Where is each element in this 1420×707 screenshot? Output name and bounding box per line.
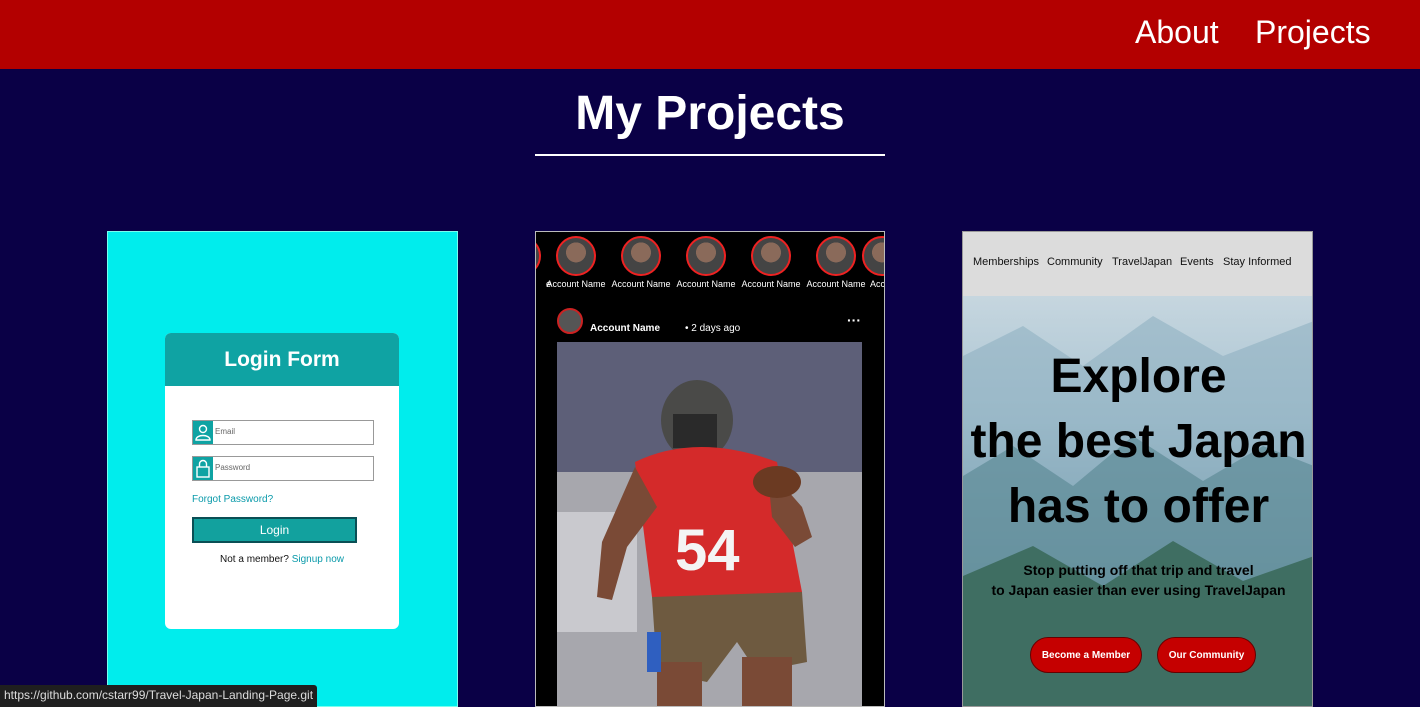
post-time-text: 2 days ago [691, 323, 741, 334]
story-name: Account Name [676, 279, 736, 289]
user-icon [193, 421, 213, 444]
tj-nav-traveljapan: TravelJapan [1112, 256, 1173, 268]
signup-prompt: Not a member? Signup now [165, 554, 399, 565]
post-photo: 54 [557, 342, 862, 706]
tj-nav-stay-informed: Stay Informed [1223, 256, 1292, 268]
post-avatar [557, 308, 583, 334]
page-title: My Projects [575, 87, 845, 140]
travel-japan-hero: Explore the best Japan has to offer Stop… [963, 296, 1312, 706]
football-player-image: 54 [557, 342, 862, 706]
subtitle-line-1: Stop putting off that trip and travel [1023, 562, 1254, 578]
story-avatar [751, 236, 791, 276]
password-field: Password [192, 456, 374, 481]
post-account-name: Account Name [590, 323, 661, 334]
post-timestamp: • 2 days ago [685, 323, 741, 334]
project-card-login-form[interactable]: Login Form Email Password Forgot Passwor… [107, 231, 458, 707]
email-field: Email [192, 420, 374, 445]
story-item: Account Name [741, 236, 801, 289]
post-header: Account Name • 2 days ago ··· [557, 308, 867, 336]
title-underline [535, 154, 885, 156]
stories-row: e Account Name Account Name Account Name… [536, 232, 885, 294]
story-name: Acc [870, 279, 885, 289]
not-member-text: Not a member? [220, 554, 289, 565]
story-name: Account Name [741, 279, 801, 289]
story-item: Account Name [806, 236, 866, 289]
email-placeholder: Email [215, 427, 236, 436]
headline-line-3: has to offer [1007, 480, 1270, 533]
our-community-button: Our Community [1157, 637, 1256, 673]
lock-icon [193, 457, 213, 480]
signup-link: Signup now [291, 554, 344, 565]
tj-nav-community: Community [1047, 256, 1103, 268]
headline-line-1: Explore [1050, 350, 1227, 403]
story-item: Account Name [676, 236, 736, 289]
nav-link-projects[interactable]: Projects [1255, 14, 1371, 51]
tj-nav-memberships: Memberships [973, 256, 1040, 268]
subtitle-line-2: to Japan easier than ever using TravelJa… [991, 582, 1286, 598]
story-item: Account Name [611, 236, 671, 289]
travel-japan-headline: Explore the best Japan has to offer [963, 344, 1312, 539]
project-card-travel-japan[interactable]: Memberships Community TravelJapan Events… [962, 231, 1313, 707]
link-preview-status-bar: https://github.com/cstarr99/Travel-Japan… [0, 685, 318, 707]
login-form-preview: Login Form Email Password Forgot Passwor… [165, 333, 399, 629]
jersey-number: 54 [675, 518, 740, 583]
story-avatar [621, 236, 661, 276]
forgot-password-link: Forgot Password? [192, 494, 274, 505]
password-placeholder: Password [215, 463, 251, 472]
story-avatar [686, 236, 726, 276]
login-form-title: Login Form [165, 333, 399, 386]
nav-link-about[interactable]: About [1135, 14, 1219, 51]
become-member-button: Become a Member [1030, 637, 1142, 673]
login-button: Login [192, 517, 357, 543]
top-nav-bar: About Projects [0, 0, 1420, 69]
story-item: Account Name [546, 236, 606, 289]
story-avatar [536, 236, 541, 276]
story-avatar [556, 236, 596, 276]
story-name: Account Name [546, 279, 606, 289]
headline-line-2: the best Japan [970, 415, 1307, 468]
story-avatar [816, 236, 856, 276]
project-card-social-feed[interactable]: e Account Name Account Name Account Name… [535, 231, 885, 707]
story-name: Account Name [806, 279, 866, 289]
tj-nav-events: Events [1180, 256, 1214, 268]
story-avatar [862, 236, 884, 276]
travel-japan-nav: Memberships Community TravelJapan Events… [963, 232, 1312, 296]
story-name: Account Name [611, 279, 671, 289]
travel-japan-subtitle: Stop putting off that trip and travel to… [963, 560, 1312, 600]
ellipsis-icon: ··· [847, 312, 861, 328]
story-item: Acc [862, 236, 885, 289]
